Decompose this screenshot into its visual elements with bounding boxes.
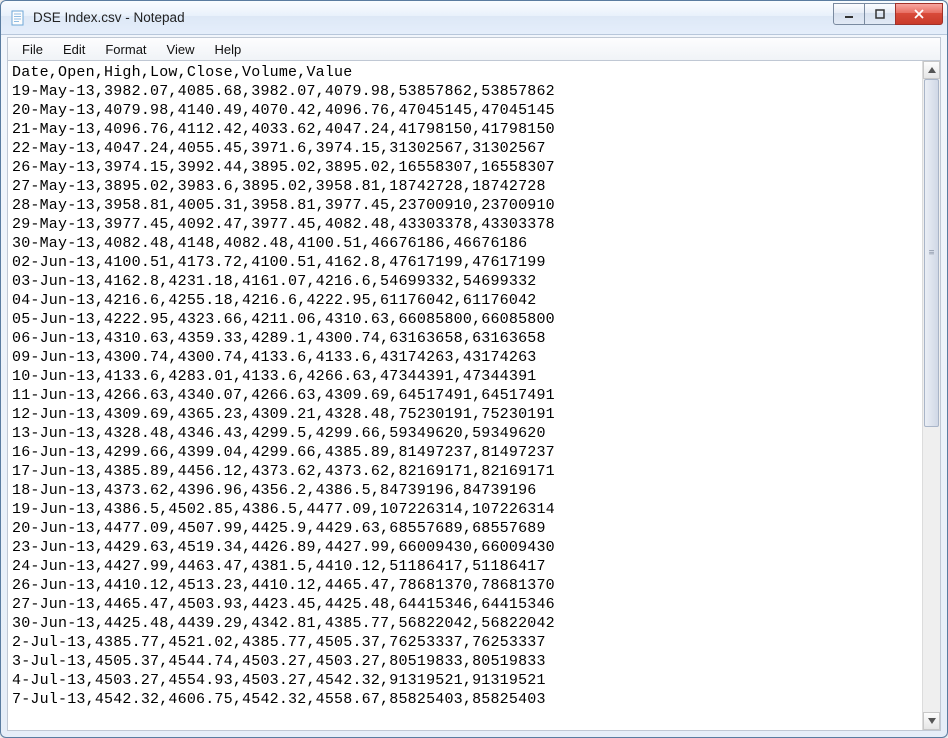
notepad-window: DSE Index.csv - Notepad File Edit Format…: [0, 0, 948, 738]
chevron-up-icon: [928, 67, 936, 73]
scroll-track[interactable]: [923, 79, 940, 712]
vertical-scrollbar[interactable]: [922, 61, 940, 730]
window-controls: [834, 3, 943, 25]
menu-view[interactable]: View: [157, 40, 205, 59]
close-button[interactable]: [895, 3, 943, 25]
minimize-button[interactable]: [833, 3, 865, 25]
menu-edit[interactable]: Edit: [53, 40, 95, 59]
scroll-thumb[interactable]: [924, 79, 939, 427]
menu-help[interactable]: Help: [204, 40, 251, 59]
minimize-icon: [844, 9, 854, 19]
menu-format[interactable]: Format: [95, 40, 156, 59]
window-title: DSE Index.csv - Notepad: [33, 10, 834, 25]
titlebar[interactable]: DSE Index.csv - Notepad: [1, 1, 947, 35]
text-content[interactable]: Date,Open,High,Low,Close,Volume,Value 19…: [8, 61, 922, 730]
client-area: Date,Open,High,Low,Close,Volume,Value 19…: [7, 61, 941, 731]
maximize-button[interactable]: [864, 3, 896, 25]
maximize-icon: [875, 9, 885, 19]
close-icon: [913, 9, 925, 19]
menubar: File Edit Format View Help: [7, 37, 941, 61]
scroll-up-button[interactable]: [923, 61, 940, 79]
notepad-app-icon: [9, 9, 27, 27]
menu-file[interactable]: File: [12, 40, 53, 59]
scroll-down-button[interactable]: [923, 712, 940, 730]
chevron-down-icon: [928, 718, 936, 724]
